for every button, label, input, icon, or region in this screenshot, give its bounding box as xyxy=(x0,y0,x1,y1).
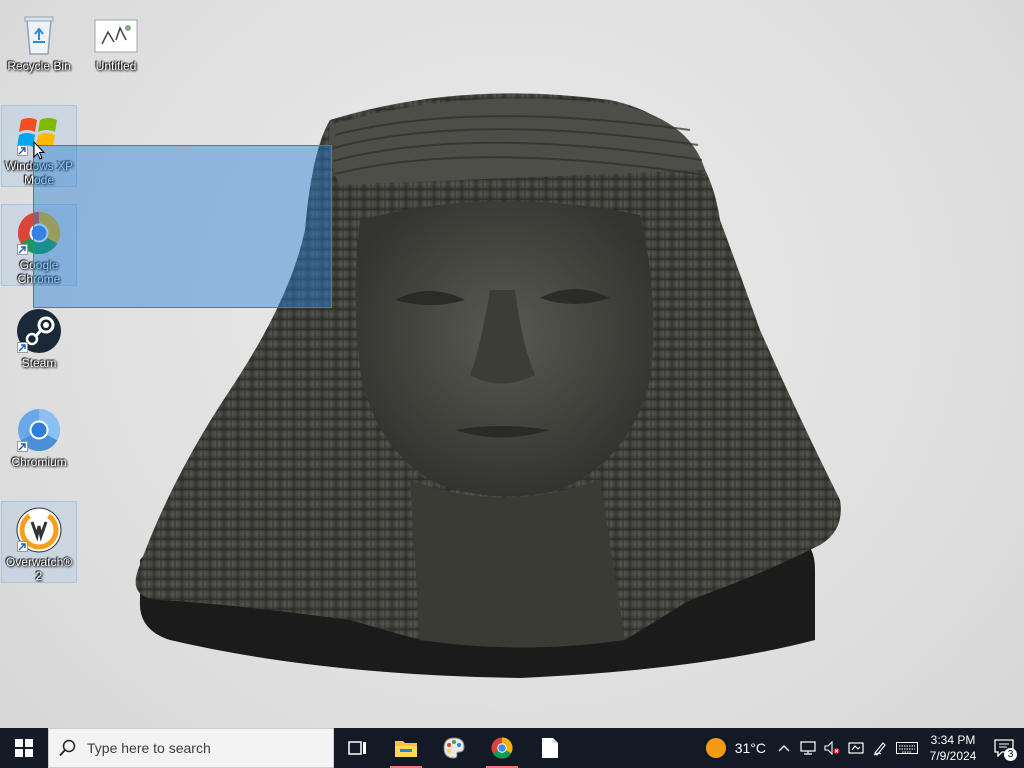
network-button[interactable] xyxy=(796,728,820,768)
search-placeholder: Type here to search xyxy=(87,740,211,756)
shortcut-arrow-icon xyxy=(17,145,28,156)
taskbar-search-box[interactable]: Type here to search xyxy=(48,728,334,768)
search-icon xyxy=(59,739,76,757)
taskbar: Type here to search 31°C 3:34 PM 7/9/202… xyxy=(0,728,1024,768)
desktop-icon-chromium[interactable]: Chromium xyxy=(1,402,77,484)
shortcut-arrow-icon xyxy=(17,541,28,552)
sun-icon xyxy=(705,738,726,758)
taskbar-notepad[interactable] xyxy=(526,728,574,768)
keyboard-icon xyxy=(896,742,918,754)
touch-keyboard-button[interactable] xyxy=(892,728,922,768)
desktop-icon-label: Chromium xyxy=(11,455,67,469)
wallpaper-sculpture-image xyxy=(135,93,841,678)
pen-icon xyxy=(873,742,886,756)
weather-widget[interactable]: 31°C xyxy=(699,728,772,768)
overwatch-icon xyxy=(15,506,63,554)
desktop-icon-overwatch[interactable]: Overwatch® 2 xyxy=(1,501,77,583)
task-view-button[interactable] xyxy=(334,728,382,768)
pen-workspace-button[interactable] xyxy=(868,728,892,768)
show-hidden-icons-button[interactable] xyxy=(772,728,796,768)
shortcut-arrow-icon xyxy=(17,244,28,255)
desktop-icon-steam[interactable]: Steam xyxy=(1,303,77,385)
desktop-icon-untitled[interactable]: Untitled xyxy=(78,6,154,88)
shortcut-arrow-icon xyxy=(17,342,28,353)
meet-now-icon xyxy=(848,742,864,754)
meet-now-button[interactable] xyxy=(844,728,868,768)
notification-count-badge: 3 xyxy=(1004,748,1017,761)
chevron-up-icon xyxy=(778,745,790,752)
task-view-icon xyxy=(348,741,366,755)
desktop-icon-label: Recycle Bin xyxy=(7,59,71,73)
start-button[interactable] xyxy=(0,728,48,768)
desktop-icon-label: Steam xyxy=(21,356,57,370)
paint-palette-icon xyxy=(443,737,465,759)
image-file-icon xyxy=(92,10,140,58)
clock-date: 7/9/2024 xyxy=(929,749,977,763)
taskbar-file-explorer[interactable] xyxy=(382,728,430,768)
clock-time: 3:34 PM xyxy=(930,733,976,747)
action-center-button[interactable]: 3 xyxy=(984,728,1024,768)
drag-selection-rectangle xyxy=(33,145,332,308)
mouse-cursor-icon xyxy=(33,141,45,160)
desktop[interactable]: Recycle Bin Untitled Windows XP Mode Goo… xyxy=(0,0,1024,728)
steam-icon xyxy=(15,307,63,355)
desktop-icon-label: Overwatch® 2 xyxy=(5,555,73,583)
weather-temperature: 31°C xyxy=(734,740,766,756)
taskbar-paint[interactable] xyxy=(430,728,478,768)
chromium-icon xyxy=(15,406,63,454)
desktop-icon-label: Untitled xyxy=(95,59,137,73)
taskbar-google-chrome[interactable] xyxy=(478,728,526,768)
volume-muted-icon xyxy=(824,741,840,755)
network-icon xyxy=(800,741,816,755)
shortcut-arrow-icon xyxy=(17,441,28,452)
volume-button[interactable] xyxy=(820,728,844,768)
google-chrome-icon xyxy=(491,737,513,759)
recycle-bin-icon xyxy=(15,10,63,58)
notepad-file-icon xyxy=(542,738,558,758)
desktop-icon-recycle-bin[interactable]: Recycle Bin xyxy=(1,6,77,88)
taskbar-clock[interactable]: 3:34 PM 7/9/2024 xyxy=(922,728,984,768)
windows-logo-icon xyxy=(15,739,33,757)
file-explorer-icon xyxy=(395,741,417,757)
